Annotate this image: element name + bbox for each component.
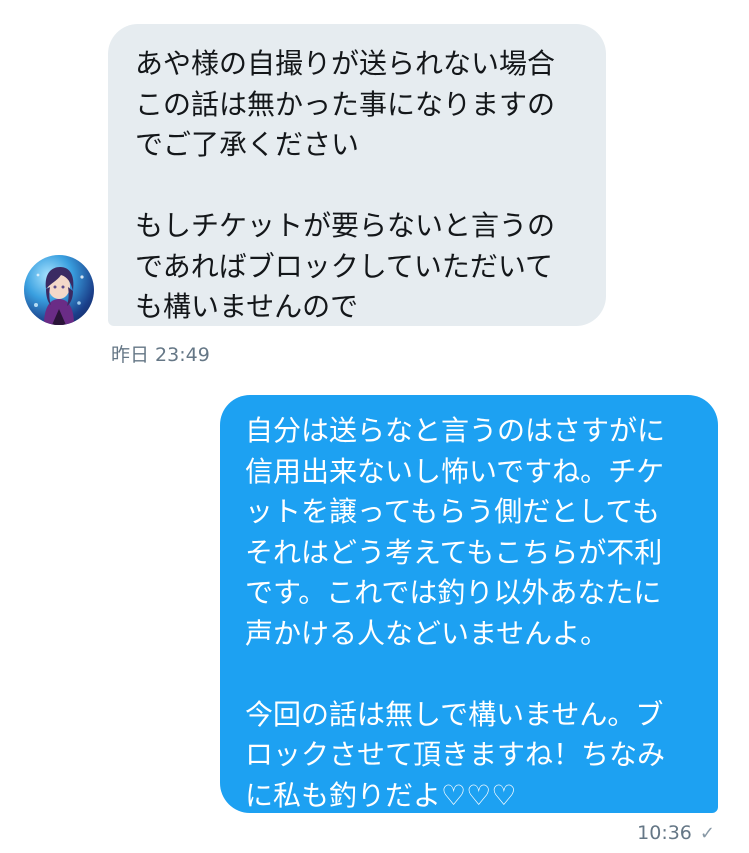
outgoing-message-meta: 10:36 ✓ [637,822,715,844]
outgoing-message-timestamp: 10:36 [637,822,692,844]
profile-avatar-icon [34,267,84,325]
sender-avatar[interactable] [24,255,94,325]
incoming-message-timestamp: 昨日 23:49 [111,344,210,366]
checkmark-icon: ✓ [699,822,715,844]
outgoing-message-bubble[interactable]: 自分は送らなと言うのはさすがに 信用出来ないし怖いですね。チケ ットを譲ってもら… [220,395,718,813]
incoming-message-bubble[interactable]: あや様の自撮りが送られない場合 この話は無かった事になりますの でご了承ください… [108,24,606,326]
